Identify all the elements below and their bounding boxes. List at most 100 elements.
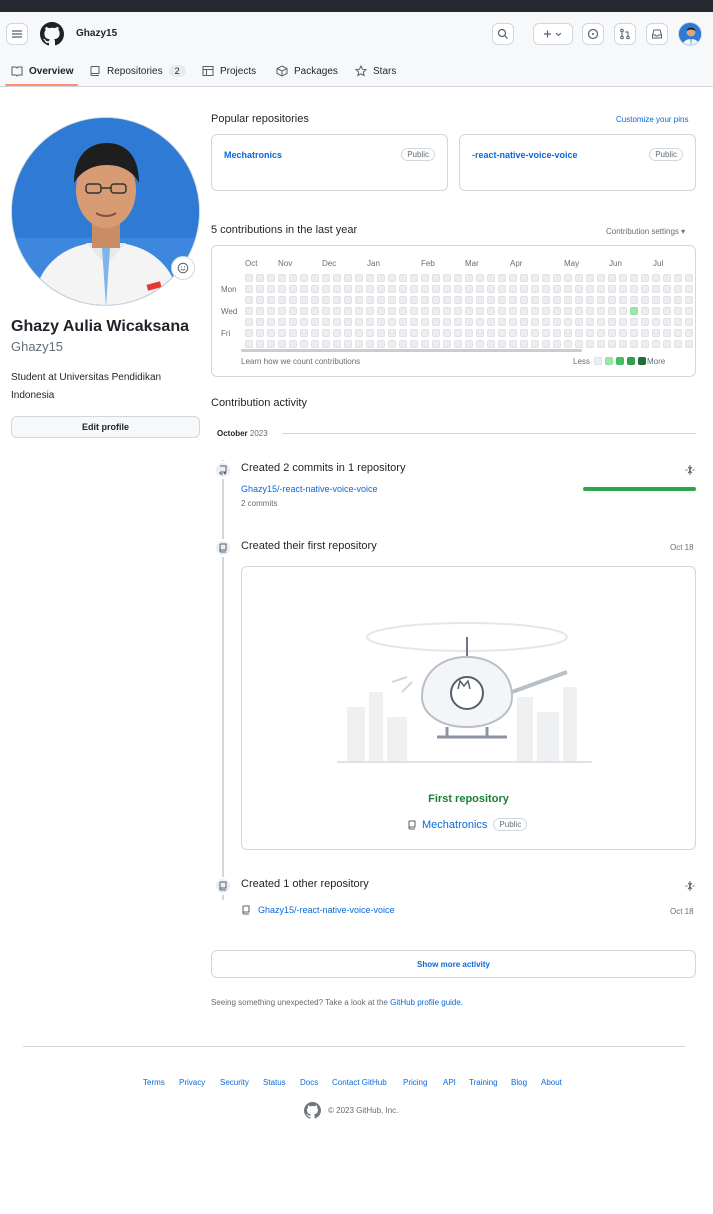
footer-link-blog[interactable]: Blog [511,1078,527,1087]
contribution-day[interactable] [443,340,451,348]
contribution-day[interactable] [575,296,583,304]
contribution-day[interactable] [256,318,264,326]
contribution-day[interactable] [322,329,330,337]
contribution-day[interactable] [608,340,616,348]
contribution-day[interactable] [322,285,330,293]
contribution-day[interactable] [333,285,341,293]
contribution-day[interactable] [487,329,495,337]
contribution-day[interactable] [278,285,286,293]
contribution-day[interactable] [542,329,550,337]
contribution-day[interactable] [278,274,286,282]
contribution-day[interactable] [597,285,605,293]
contribution-day[interactable] [476,307,484,315]
contribution-day[interactable] [289,340,297,348]
contribution-day[interactable] [366,340,374,348]
contribution-day[interactable] [344,329,352,337]
contribution-day[interactable] [520,307,528,315]
contribution-day[interactable] [421,274,429,282]
show-more-activity-button[interactable]: Show more activity [211,950,696,978]
pinned-repo-name[interactable]: Mechatronics [224,150,282,160]
contribution-day[interactable] [564,285,572,293]
contribution-day[interactable] [520,340,528,348]
contribution-day[interactable] [322,318,330,326]
contribution-day[interactable] [652,296,660,304]
profile-guide-link[interactable]: GitHub profile guide. [390,998,463,1007]
contribution-day[interactable] [245,340,253,348]
contribution-day[interactable] [564,296,572,304]
contribution-day[interactable] [465,296,473,304]
edit-profile-button[interactable]: Edit profile [11,416,200,438]
contribution-day[interactable] [278,296,286,304]
contribution-day[interactable] [674,296,682,304]
contribution-day[interactable] [245,274,253,282]
contribution-day[interactable] [410,307,418,315]
contribution-day[interactable] [388,329,396,337]
contribution-day[interactable] [421,318,429,326]
contribution-day[interactable] [245,318,253,326]
contribution-day[interactable] [454,307,462,315]
contribution-day[interactable] [366,329,374,337]
contribution-day[interactable] [663,285,671,293]
contribution-day[interactable] [630,329,638,337]
contribution-day[interactable] [498,296,506,304]
contribution-day[interactable] [608,329,616,337]
contribution-day[interactable] [487,274,495,282]
contribution-day[interactable] [443,318,451,326]
contribution-day[interactable] [553,340,561,348]
contribution-day[interactable] [564,340,572,348]
contribution-day[interactable] [630,340,638,348]
footer-link-status[interactable]: Status [263,1078,286,1087]
contribution-day[interactable] [344,296,352,304]
contribution-day[interactable] [641,307,649,315]
contribution-day[interactable] [564,318,572,326]
contribution-day[interactable] [454,274,462,282]
footer-link-docs[interactable]: Docs [300,1078,318,1087]
learn-contributions-link[interactable]: Learn how we count contributions [241,357,360,366]
contribution-day[interactable] [410,285,418,293]
contribution-day[interactable] [399,318,407,326]
contribution-day[interactable] [355,318,363,326]
contribution-day[interactable] [267,307,275,315]
contribution-settings-dropdown[interactable]: Contribution settings ▾ [606,227,685,236]
contribution-day[interactable] [674,285,682,293]
contribution-day[interactable] [311,307,319,315]
contribution-day[interactable] [300,307,308,315]
contribution-day[interactable] [553,285,561,293]
activity-repo-link[interactable]: Ghazy15/-react-native-voice-voice [241,484,378,494]
calendar-scrollbar[interactable] [241,349,582,352]
contribution-day[interactable] [542,340,550,348]
contribution-day[interactable] [399,329,407,337]
contribution-day[interactable] [421,285,429,293]
contribution-day[interactable] [245,296,253,304]
contribution-day[interactable] [674,329,682,337]
contribution-day[interactable] [520,296,528,304]
contribution-day[interactable] [619,285,627,293]
contribution-day[interactable] [619,340,627,348]
contribution-day[interactable] [465,340,473,348]
contribution-day[interactable] [575,307,583,315]
contribution-day[interactable] [256,307,264,315]
contribution-day[interactable] [630,307,638,315]
contribution-day[interactable] [377,296,385,304]
contribution-day[interactable] [674,340,682,348]
contribution-day[interactable] [542,296,550,304]
contribution-day[interactable] [289,318,297,326]
contribution-day[interactable] [377,285,385,293]
contribution-day[interactable] [586,329,594,337]
contribution-day[interactable] [553,274,561,282]
other-repository-link[interactable]: Ghazy15/-react-native-voice-voice [258,905,395,915]
pull-requests-icon[interactable] [614,23,636,45]
contribution-day[interactable] [267,285,275,293]
contribution-day[interactable] [685,340,693,348]
contribution-day[interactable] [421,296,429,304]
contribution-day[interactable] [377,318,385,326]
contribution-day[interactable] [443,307,451,315]
contribution-day[interactable] [619,329,627,337]
contribution-day[interactable] [333,296,341,304]
contribution-day[interactable] [289,285,297,293]
contribution-day[interactable] [410,340,418,348]
contribution-day[interactable] [619,307,627,315]
contribution-day[interactable] [377,307,385,315]
footer-link-about[interactable]: About [541,1078,562,1087]
contribution-day[interactable] [366,285,374,293]
